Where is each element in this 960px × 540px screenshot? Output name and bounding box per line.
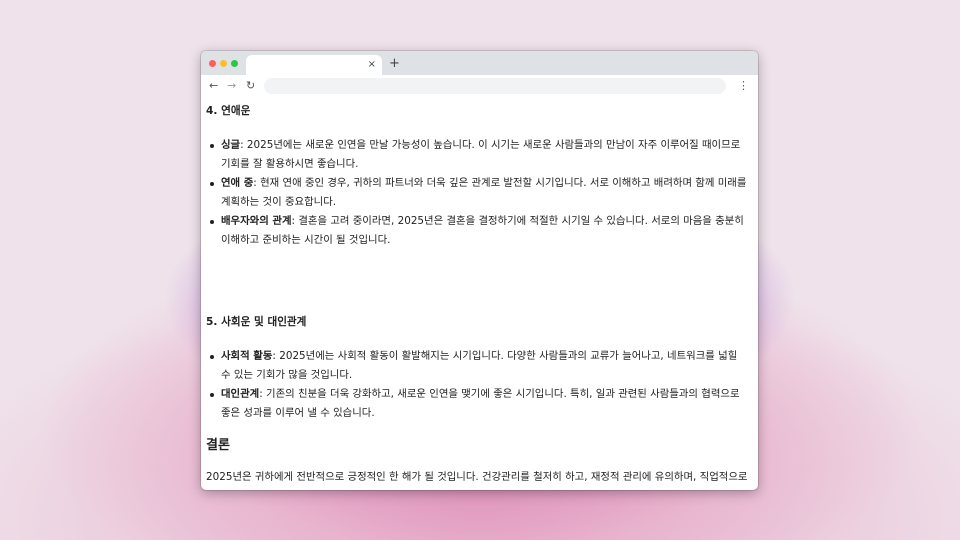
- more-menu-icon[interactable]: ⋮: [738, 78, 749, 94]
- list-item-text: : 기존의 친분을 더욱 강화하고, 새로운 인연을 맺기에 좋은 시기입니다.…: [221, 388, 740, 419]
- list-item-text: : 2025년에는 사회적 활동이 활발해지는 시기입니다. 다양한 사람들과의…: [221, 350, 738, 381]
- close-window-button[interactable]: [209, 60, 216, 67]
- conclusion-paragraph: 2025년은 귀하에게 전반적으로 긍정적인 한 해가 될 것입니다. 건강관리…: [206, 471, 748, 483]
- list-item-text: : 현재 연애 중인 경우, 귀하의 파트너와 더욱 깊은 관계로 발전할 시기…: [221, 177, 747, 208]
- list-item: 연애 중: 현재 연애 중인 경우, 귀하의 파트너와 더욱 깊은 관계로 발전…: [206, 174, 748, 212]
- list-item: 싱글: 2025년에는 새로운 인연을 만날 가능성이 높습니다. 이 시기는 …: [206, 136, 748, 174]
- list-item-text: : 2025년에는 새로운 인연을 만날 가능성이 높습니다. 이 시기는 새로…: [221, 139, 741, 170]
- list-item-label: 대인관계: [221, 388, 260, 400]
- browser-window: × + ← → ↻ ⋮ 4. 연애운 싱글: 2025년에는 새로운 인연을 만…: [201, 51, 758, 490]
- forward-arrow-icon[interactable]: →: [227, 78, 236, 94]
- list-item-text: : 결혼을 고려 중이라면, 2025년은 결혼을 결정하기에 적절한 시기일 …: [221, 215, 744, 246]
- maximize-window-button[interactable]: [231, 60, 238, 67]
- love-fortune-list: 싱글: 2025년에는 새로운 인연을 만날 가능성이 높습니다. 이 시기는 …: [206, 136, 748, 250]
- new-tab-icon[interactable]: +: [389, 55, 400, 73]
- list-item: 대인관계: 기존의 친분을 더욱 강화하고, 새로운 인연을 맺기에 좋은 시기…: [206, 385, 748, 423]
- social-fortune-list: 사회적 활동: 2025년에는 사회적 활동이 활발해지는 시기입니다. 다양한…: [206, 347, 748, 423]
- back-arrow-icon[interactable]: ←: [209, 78, 218, 94]
- reload-icon[interactable]: ↻: [246, 78, 255, 94]
- browser-titlebar: × +: [201, 51, 758, 75]
- list-item-label: 싱글: [221, 139, 241, 151]
- page-content: 4. 연애운 싱글: 2025년에는 새로운 인연을 만날 가능성이 높습니다.…: [206, 97, 748, 490]
- section-5-heading: 5. 사회운 및 대인관계: [206, 316, 307, 328]
- list-item-label: 배우자와의 관계: [221, 215, 292, 227]
- list-item-label: 연애 중: [221, 177, 254, 189]
- list-item-label: 사회적 활동: [221, 350, 273, 362]
- tab-close-icon[interactable]: ×: [368, 57, 376, 73]
- list-item: 사회적 활동: 2025년에는 사회적 활동이 활발해지는 시기입니다. 다양한…: [206, 347, 748, 385]
- browser-toolbar: ← → ↻ ⋮: [201, 75, 758, 97]
- address-bar[interactable]: [264, 78, 726, 94]
- browser-tab[interactable]: ×: [246, 55, 382, 75]
- minimize-window-button[interactable]: [220, 60, 227, 67]
- conclusion-heading: 결론: [206, 438, 230, 453]
- section-4-heading: 4. 연애운: [206, 105, 251, 117]
- list-item: 배우자와의 관계: 결혼을 고려 중이라면, 2025년은 결혼을 결정하기에 …: [206, 212, 748, 250]
